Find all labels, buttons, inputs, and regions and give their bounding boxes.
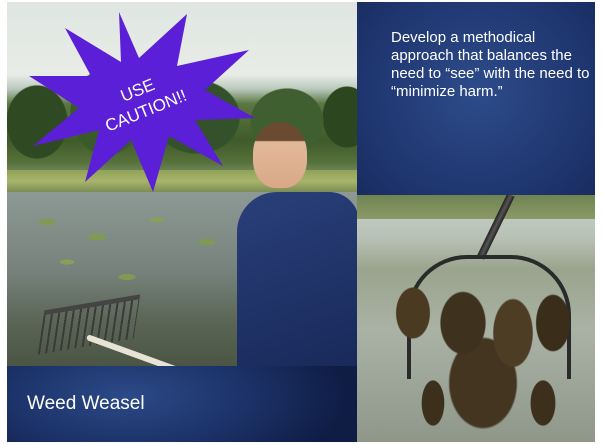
weed-mass bbox=[383, 253, 579, 442]
person-torso bbox=[237, 192, 357, 366]
advice-text: Develop a methodical approach that balan… bbox=[391, 29, 590, 100]
caption-panel: Weed Weasel bbox=[7, 366, 357, 442]
far-shore bbox=[357, 195, 595, 219]
slide: USE CAUTION!! Develop a methodical appro… bbox=[7, 2, 595, 442]
person bbox=[237, 122, 357, 366]
lake-photo: USE CAUTION!! bbox=[7, 2, 357, 366]
advice-panel: Develop a methodical approach that balan… bbox=[357, 2, 595, 195]
weed-weasel-photo bbox=[357, 195, 595, 442]
caption-text: Weed Weasel bbox=[27, 393, 145, 414]
caution-starburst: USE CAUTION!! bbox=[27, 6, 257, 196]
